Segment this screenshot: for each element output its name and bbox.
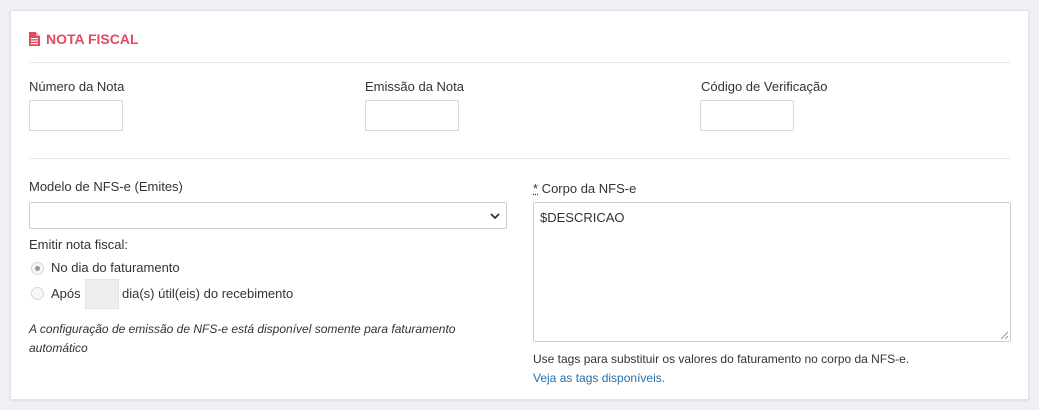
modelo-label: Modelo de NFS-e (Emites) <box>29 179 183 194</box>
radio-apos-label: Após <box>51 286 81 301</box>
section-title: NOTA FISCAL <box>29 31 139 47</box>
corpo-nfse-textarea[interactable]: $DESCRICAO <box>533 202 1011 342</box>
radio-dia-faturamento-label: No dia do faturamento <box>51 260 180 275</box>
divider <box>29 62 1010 63</box>
resize-handle-icon[interactable] <box>1000 331 1008 339</box>
emissao-nota-input[interactable] <box>365 100 459 131</box>
codigo-label: Código de Verificação <box>701 79 828 94</box>
numero-label: Número da Nota <box>29 79 125 94</box>
numero-nota-input[interactable] <box>29 100 123 131</box>
codigo-verificacao-input[interactable] <box>700 100 794 131</box>
corpo-label: * Corpo da NFS-e <box>533 181 636 196</box>
modelo-nfse-select[interactable] <box>29 202 507 229</box>
chevron-down-icon <box>490 213 500 220</box>
radio-apos-dias[interactable] <box>31 287 44 300</box>
dias-uteis-input[interactable] <box>85 279 119 309</box>
emitir-label: Emitir nota fiscal: <box>29 237 128 252</box>
dias-uteis-label: dia(s) útil(eis) do recebimento <box>122 286 294 301</box>
tags-disponiveis-link[interactable]: Veja as tags disponíveis. <box>533 371 665 385</box>
corpo-nfse-value: $DESCRICAO <box>540 210 625 225</box>
config-note: A configuração de emissão de NFS-e está … <box>29 322 456 355</box>
nota-fiscal-panel: NOTA FISCAL Número da Nota Emissão da No… <box>10 10 1029 400</box>
divider <box>29 158 1010 159</box>
file-text-icon <box>29 32 40 46</box>
tags-help-text: Use tags para substituir os valores do f… <box>533 352 910 366</box>
radio-dia-faturamento[interactable] <box>31 262 44 275</box>
section-title-text: NOTA FISCAL <box>46 31 139 47</box>
emissao-label: Emissão da Nota <box>365 79 464 94</box>
corpo-label-text: Corpo da NFS-e <box>538 181 637 196</box>
